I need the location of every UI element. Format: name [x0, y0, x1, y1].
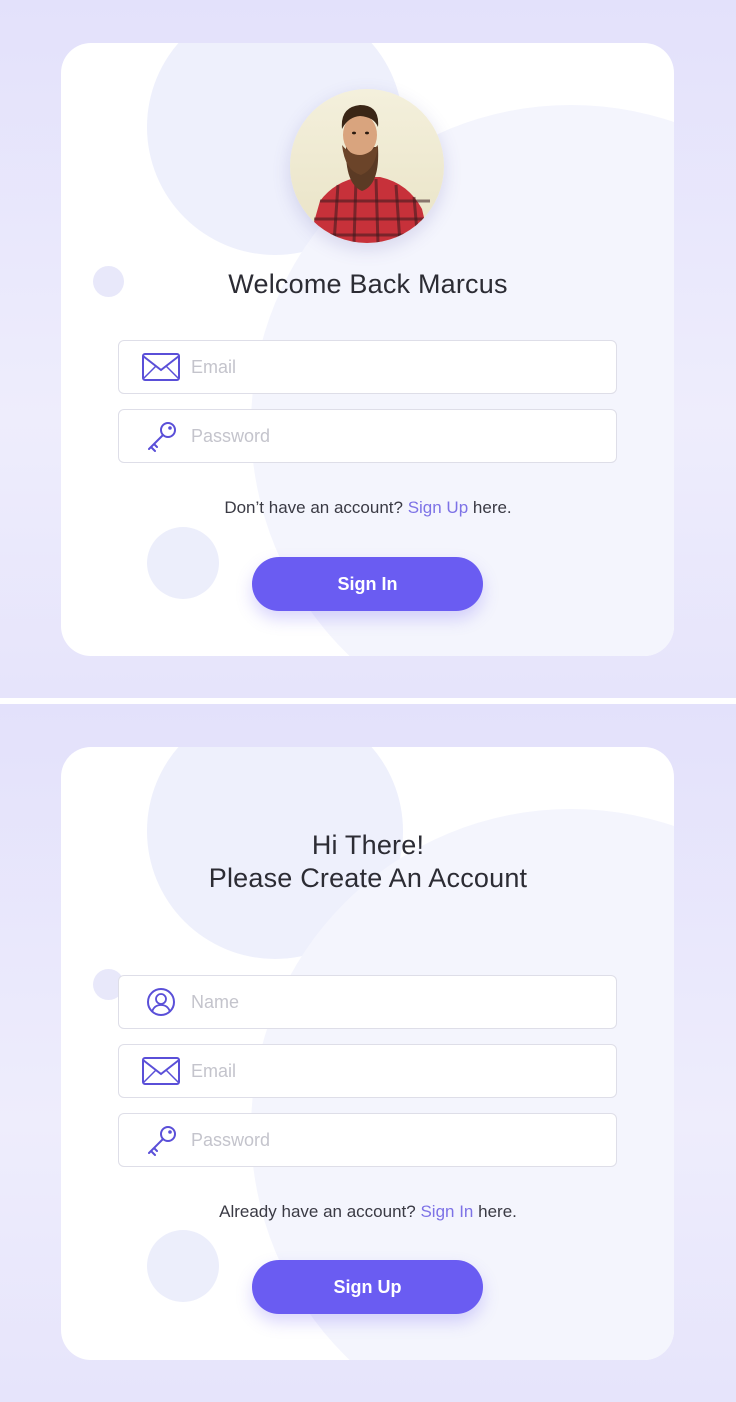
signin-prompt-text: Already have an account? [219, 1202, 416, 1221]
password-input[interactable] [191, 410, 601, 462]
login-screen: Welcome Back Marcus Don’t have an accoun… [0, 0, 736, 698]
user-icon [141, 986, 181, 1018]
signin-prompt-suffix: here. [478, 1202, 517, 1221]
email-field[interactable] [118, 340, 617, 394]
password-field[interactable] [118, 1113, 617, 1167]
key-icon [141, 1124, 181, 1156]
decorative-circle-small [147, 527, 219, 599]
page-title-line2: Please Create An Account [208, 863, 528, 893]
email-input[interactable] [191, 1045, 601, 1097]
envelope-icon [141, 351, 181, 383]
signup-screen: Hi There! Please Create An Account Name … [0, 704, 736, 1402]
signup-prompt-suffix: here. [472, 498, 512, 517]
envelope-icon [141, 1055, 181, 1087]
signin-prompt: Already have an account? Sign In here. [0, 1202, 736, 1222]
avatar [290, 89, 444, 243]
key-icon [141, 420, 181, 452]
sign-up-button[interactable]: Sign Up [252, 1260, 483, 1314]
decorative-circle-small [147, 1230, 219, 1302]
password-field[interactable] [118, 409, 617, 463]
email-field[interactable] [118, 1044, 617, 1098]
page-title: Welcome Back Marcus [228, 269, 508, 299]
sign-in-button[interactable]: Sign In [252, 557, 483, 611]
password-input[interactable] [191, 1114, 601, 1166]
avatar-photo [290, 89, 444, 243]
page-title-line1: Hi There! [311, 830, 425, 860]
signup-prompt: Don’t have an account? Sign Up here. [0, 498, 736, 518]
signup-prompt-text: Don’t have an account? [224, 498, 403, 517]
name-field[interactable] [118, 975, 617, 1029]
signin-link[interactable]: Sign In [420, 1202, 473, 1221]
signup-link[interactable]: Sign Up [408, 498, 468, 517]
email-input[interactable] [191, 341, 601, 393]
name-input[interactable] [191, 976, 601, 1028]
